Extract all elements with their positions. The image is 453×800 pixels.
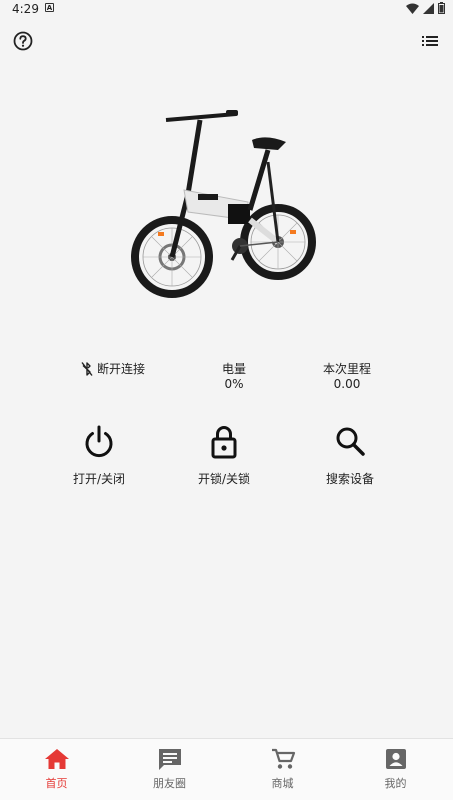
battery-value: 0% [224,377,244,391]
power-label: 打开/关闭 [72,472,126,486]
connection-status-label: 断开连接 [97,362,146,376]
power-icon [85,425,113,458]
help-circle-icon[interactable] [12,30,34,52]
signal-icon [423,2,434,14]
electric-bike-image [128,102,328,312]
account-icon [385,749,406,769]
nav-home-label: 首页 [45,777,68,790]
power-button[interactable]: 打开/关闭 [44,424,154,487]
wifi-icon [406,3,419,14]
home-icon [44,749,69,769]
nav-home[interactable]: 首页 [0,739,113,800]
bluetooth-disabled-icon [81,361,93,376]
battery-icon [438,2,445,14]
nav-mine-label: 我的 [384,777,407,790]
trip-label: 本次里程 [322,362,371,376]
trip-stat: 本次里程 0.00 [302,362,392,392]
lock-label: 开锁/关锁 [197,472,251,486]
list-menu-icon[interactable] [421,32,439,50]
lock-icon [211,426,237,459]
bottom-nav: 首页 朋友圈 商城 我的 [0,738,453,800]
search-device-label: 搜索设备 [325,472,374,486]
chat-icon [158,749,181,770]
nav-shop-label: 商城 [271,777,294,790]
info-row: 断开连接 电量 0% 本次里程 0.00 [0,358,453,394]
battery-stat: 电量 0% [189,362,279,392]
cart-icon [271,748,295,769]
a-icon: A [45,3,54,12]
status-time: 4:29 [12,2,39,16]
nav-shop[interactable]: 商城 [226,739,339,800]
nav-mine[interactable]: 我的 [339,739,452,800]
trip-value: 0.00 [333,377,361,391]
nav-moments-label: 朋友圈 [153,777,186,790]
battery-label: 电量 [221,362,246,376]
search-icon [336,427,365,456]
app-bar [0,20,453,64]
search-device-button[interactable]: 搜索设备 [295,424,405,487]
status-icons [406,2,445,14]
status-bar: 4:29 A [0,0,453,20]
lock-button[interactable]: 开锁/关锁 [169,424,279,487]
nav-moments[interactable]: 朋友圈 [113,739,226,800]
connection-status[interactable]: 断开连接 [80,360,145,377]
